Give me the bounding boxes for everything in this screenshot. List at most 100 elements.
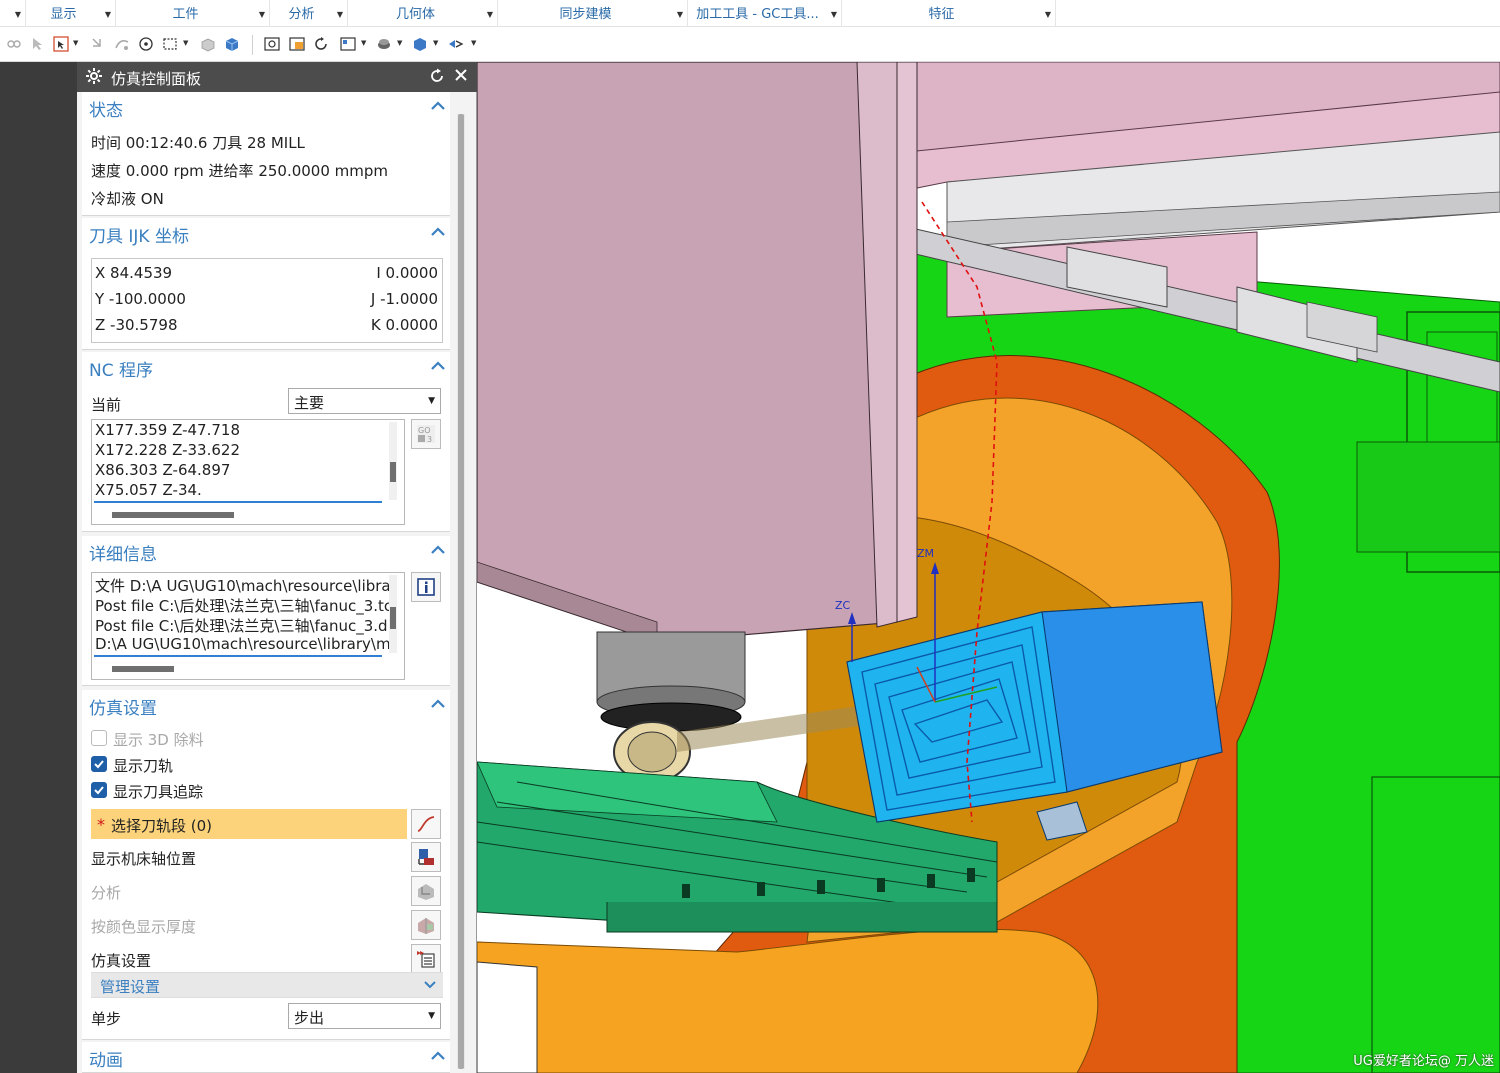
thickness-by-color-label: 按颜色显示厚度 [91, 918, 197, 936]
close-icon[interactable] [453, 67, 469, 83]
nc-line-current[interactable]: X75.057 Z-34. [95, 481, 202, 499]
tool-ijk-section-header[interactable]: 刀具 IJK 坐标 [82, 218, 450, 248]
render-style-icon[interactable] [376, 36, 392, 52]
chevron-down-icon[interactable]: ▼ [471, 39, 476, 47]
filter-select-icon[interactable] [53, 36, 69, 52]
chevron-up-icon[interactable] [430, 224, 446, 240]
box-select-icon[interactable] [162, 36, 178, 52]
nc-program-listbox[interactable]: X177.359 Z-47.718 X172.228 Z-33.622 X86.… [91, 419, 405, 525]
panel-title-bar: 仿真控制面板 [77, 62, 477, 92]
curve-select-icon[interactable] [114, 36, 130, 52]
horizontal-scrollbar[interactable] [112, 512, 234, 518]
horizontal-scrollbar[interactable] [112, 666, 174, 672]
chevron-up-icon[interactable] [430, 358, 446, 374]
view-orient-icon[interactable] [340, 36, 356, 52]
nc-program-section-header[interactable]: NC 程序 [82, 352, 450, 382]
simulation-settings-section-header[interactable]: 仿真设置 [82, 690, 450, 720]
show-tool-trace-label: 显示刀具追踪 [113, 783, 204, 801]
scroll-thumb[interactable] [390, 607, 396, 629]
select-segment-button[interactable] [411, 809, 441, 839]
chevron-up-icon[interactable] [430, 542, 446, 558]
show-3d-removal-label: 显示 3D 除料 [113, 731, 204, 749]
zoom-window-icon[interactable] [289, 36, 305, 52]
thickness-by-color-button[interactable] [411, 910, 441, 940]
check-icon [94, 760, 104, 769]
machine-scene: ZM ZC [477, 62, 1500, 1073]
chevron-down-icon[interactable]: ▼ [433, 39, 438, 47]
details-line[interactable]: Post file C:\后处理\法兰克\三轴\fanuc_3.tc [95, 595, 392, 616]
step-mode-value: 步出 [294, 1009, 325, 1027]
chevron-down-icon: ▼ [428, 1011, 435, 1021]
status-section-header[interactable]: 状态 [82, 92, 450, 122]
toolbar-separator [252, 35, 253, 55]
simulation-settings-button[interactable] [411, 944, 441, 974]
ribbon-tab-workpiece[interactable]: 工件 ▼ [116, 0, 270, 27]
ribbon-quick-menu[interactable]: ▼ [0, 0, 26, 27]
show-axis-position-button[interactable] [411, 842, 441, 872]
section-title: 仿真设置 [89, 699, 157, 719]
chevron-down-icon[interactable]: ▼ [397, 39, 402, 47]
toolbar: ▼ ▼ ▼ ▼ ▼ ▼ [0, 27, 1500, 62]
chevron-down-icon[interactable]: ▼ [361, 39, 366, 47]
rotate-icon[interactable] [313, 36, 329, 52]
ribbon-tab-label: 同步建模 [559, 7, 612, 22]
scroll-thumb[interactable] [390, 462, 396, 482]
chevron-down-icon[interactable]: ▼ [183, 39, 188, 47]
info-icon [417, 578, 435, 596]
analysis-button[interactable] [411, 876, 441, 906]
animation-section-header[interactable]: 动画 [82, 1042, 450, 1072]
vertical-scrollbar[interactable] [389, 575, 397, 653]
manage-settings-group[interactable]: 管理设置 [91, 972, 443, 998]
solid-blue-icon[interactable] [224, 36, 240, 52]
ribbon-tab-geometry[interactable]: 几何体 ▼ [348, 0, 498, 27]
chevron-down-icon: ▼ [336, 10, 343, 19]
vertical-scrollbar[interactable] [389, 422, 397, 500]
details-line-current[interactable]: D:\A UG\UG10\mach\resource\library\m [95, 635, 391, 653]
select-arrow-icon[interactable] [30, 36, 46, 52]
chevron-up-icon[interactable] [430, 696, 446, 712]
nc-line[interactable]: X177.359 Z-47.718 [95, 421, 240, 439]
step-mode-select[interactable]: 步出 ▼ [288, 1003, 441, 1029]
status-coolant-line: 冷却液 ON [91, 190, 164, 208]
show-tool-trace-checkbox[interactable] [91, 782, 107, 798]
current-program-value: 主要 [294, 394, 325, 412]
nc-line[interactable]: X86.303 Z-64.897 [95, 461, 230, 479]
snap-icon[interactable] [6, 36, 22, 52]
current-program-select[interactable]: 主要 ▼ [288, 388, 441, 414]
chevron-up-icon[interactable] [430, 98, 446, 114]
select-toolpath-segment-row[interactable]: * 选择刀轨段 (0) [91, 809, 407, 839]
zc-axis-label: ZC [835, 599, 851, 612]
panel-scrollbar[interactable] [457, 114, 465, 1069]
ribbon-tab-analysis[interactable]: 分析 ▼ [270, 0, 348, 27]
chevron-down-icon: ▼ [830, 10, 837, 19]
chevron-up-icon[interactable] [430, 1048, 446, 1064]
visibility-icon[interactable] [448, 36, 464, 52]
ribbon-tab-sync-modeling[interactable]: 同步建模 ▼ [498, 0, 688, 27]
show-3d-removal-checkbox[interactable] [91, 730, 107, 746]
chevron-down-icon[interactable]: ▼ [73, 39, 78, 47]
target-icon[interactable] [138, 36, 154, 52]
scroll-thumb[interactable] [458, 114, 464, 1069]
solid-gray-icon[interactable] [200, 36, 216, 52]
fit-view-icon[interactable] [264, 36, 280, 52]
ribbon-tab-display[interactable]: 显示 ▼ [26, 0, 116, 27]
ribbon-tab-features[interactable]: 特征 ▼ [842, 0, 1056, 27]
ribbon-tab-machining-tools[interactable]: 加工工具 - GC工具... ▼ [688, 0, 842, 27]
analysis-icon [418, 884, 434, 900]
graphics-viewport[interactable]: ZM ZC UG爱好者论坛@ 万人迷 [477, 62, 1500, 1073]
info-button[interactable] [411, 572, 441, 602]
nc-line[interactable]: X172.228 Z-33.622 [95, 441, 240, 459]
details-section-header[interactable]: 详细信息 [82, 536, 450, 566]
chevron-down-icon[interactable] [423, 978, 437, 992]
go-to-line-button[interactable]: GO 3 [411, 419, 441, 449]
shaded-cube-icon[interactable] [412, 36, 428, 52]
ribbon-tab-label: 分析 [288, 7, 315, 22]
point-select-icon[interactable] [90, 36, 106, 52]
reset-icon[interactable] [429, 68, 445, 84]
details-line[interactable]: Post file C:\后处理\法兰克\三轴\fanuc_3.d [95, 615, 388, 636]
show-toolpath-checkbox[interactable] [91, 756, 107, 772]
required-star-icon: * [97, 815, 105, 834]
check-icon [94, 786, 104, 795]
details-line[interactable]: 文件 D:\A UG\UG10\mach\resource\libra [95, 575, 391, 596]
details-listbox[interactable]: 文件 D:\A UG\UG10\mach\resource\libra Post… [91, 572, 405, 680]
